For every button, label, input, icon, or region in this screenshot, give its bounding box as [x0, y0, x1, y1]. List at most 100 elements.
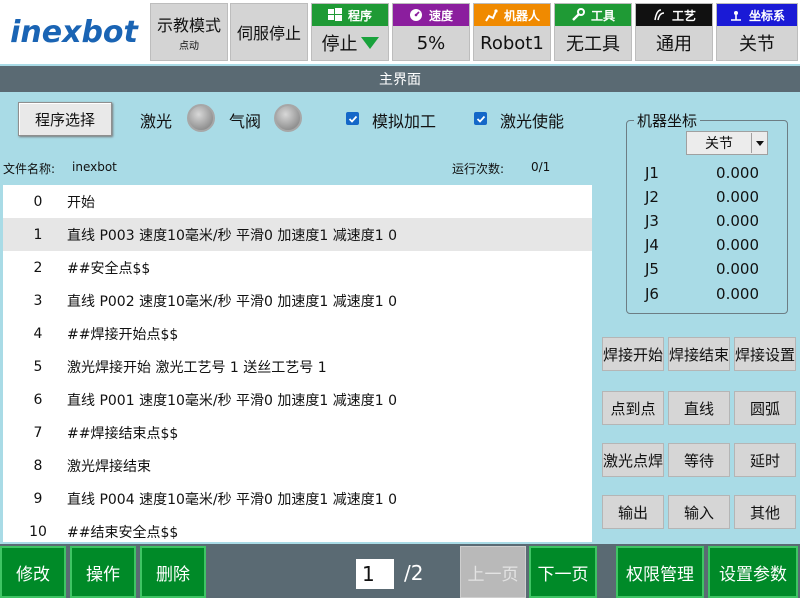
- teach-mode-sub: 点动: [179, 41, 199, 52]
- operate-button[interactable]: 操作: [70, 546, 136, 598]
- logo-text: inexbot: [10, 14, 138, 50]
- valve-indicator[interactable]: [274, 104, 302, 132]
- line-text: ##焊接开始点$$: [67, 326, 179, 343]
- weld-end-button[interactable]: 焊接结束: [668, 337, 730, 371]
- wait-button[interactable]: 等待: [668, 443, 730, 477]
- top-header: inexbot 示教模式 点动 伺服停止 程序 停止 速度 5% 机器人 Rob…: [0, 0, 800, 64]
- checkmark-icon: [476, 115, 485, 123]
- program-status-header: 程序: [312, 4, 388, 26]
- coordinate-mode-value: 关节: [705, 136, 733, 152]
- line-number: 6: [33, 391, 43, 408]
- program-line[interactable]: 6 直线 P001 速度10毫米/秒 平滑0 加速度1 减速度1 0: [3, 383, 592, 416]
- line-text: ##焊接结束点$$: [67, 425, 179, 442]
- coordinate-status[interactable]: 坐标系 关节: [716, 3, 798, 61]
- line-number: 3: [33, 292, 43, 309]
- delete-button[interactable]: 删除: [140, 546, 206, 598]
- point-to-point-button[interactable]: 点到点: [602, 391, 664, 425]
- machine-coordinates-title: 机器坐标: [634, 110, 701, 131]
- process-status-header: 工艺: [636, 4, 712, 26]
- line-number: 9: [33, 490, 43, 507]
- program-line[interactable]: 0 开始: [3, 185, 592, 218]
- laser-enable-label: 激光使能: [500, 112, 565, 131]
- laser-enable-checkbox[interactable]: [474, 112, 487, 125]
- line-text: 开始: [67, 194, 95, 211]
- joint-name: J3: [645, 212, 659, 230]
- program-line[interactable]: 5 激光焊接开始 激光工艺号 1 送丝工艺号 1: [3, 350, 592, 383]
- line-text: 激光焊接开始 激光工艺号 1 送丝工艺号 1: [67, 359, 327, 376]
- line-text: ##结束安全点$$: [67, 524, 179, 541]
- speed-gauge-icon: [409, 8, 423, 22]
- servo-stop-label: 伺服停止: [236, 24, 301, 43]
- joint-name: J2: [645, 188, 659, 206]
- output-button[interactable]: 输出: [602, 495, 664, 529]
- page-number-input[interactable]: 1: [356, 559, 394, 589]
- program-line[interactable]: 10 ##结束安全点$$: [3, 515, 592, 542]
- file-name-value: inexbot: [72, 160, 117, 174]
- settings-button[interactable]: 设置参数: [708, 546, 798, 598]
- other-button[interactable]: 其他: [734, 495, 796, 529]
- tool-status-label: 工具: [590, 8, 615, 23]
- program-status-label: 程序: [347, 8, 372, 23]
- program-list[interactable]: 0 开始 1 直线 P003 速度10毫米/秒 平滑0 加速度1 减速度1 0 …: [3, 185, 592, 542]
- coordinate-mode-select[interactable]: 关节: [686, 131, 768, 155]
- input-button[interactable]: 输入: [668, 495, 730, 529]
- program-line[interactable]: 4 ##焊接开始点$$: [3, 317, 592, 350]
- program-select-button[interactable]: 程序选择: [18, 102, 112, 136]
- title-bar: 主界面: [0, 66, 800, 92]
- joint-name: J6: [645, 285, 659, 303]
- line-text: 直线 P001 速度10毫米/秒 平滑0 加速度1 减速度1 0: [67, 392, 398, 409]
- weld-settings-button[interactable]: 焊接设置: [734, 337, 796, 371]
- joint-row: J2 0.000: [645, 188, 765, 208]
- previous-page-button[interactable]: 上一页: [460, 546, 526, 598]
- simulate-checkbox[interactable]: [346, 112, 359, 125]
- run-count-label: 运行次数:: [452, 162, 505, 176]
- tool-status[interactable]: 工具 无工具: [554, 3, 632, 61]
- tool-status-header: 工具: [555, 4, 631, 26]
- joint-name: J1: [645, 164, 659, 182]
- laser-spot-weld-button[interactable]: 激光点焊: [602, 443, 664, 477]
- line-button[interactable]: 直线: [668, 391, 730, 425]
- robot-status-header: 机器人: [474, 4, 550, 26]
- teach-mode-button[interactable]: 示教模式 点动: [150, 3, 228, 61]
- joint-value: 0.000: [716, 188, 759, 206]
- program-line-selected[interactable]: 1 直线 P003 速度10毫米/秒 平滑0 加速度1 减速度1 0: [3, 218, 592, 251]
- weld-start-button[interactable]: 焊接开始: [602, 337, 664, 371]
- program-line[interactable]: 9 直线 P004 速度10毫米/秒 平滑0 加速度1 减速度1 0: [3, 482, 592, 515]
- joint-value: 0.000: [716, 164, 759, 182]
- speed-status-header: 速度: [393, 4, 469, 26]
- wrench-icon: [571, 8, 585, 22]
- joint-value: 0.000: [716, 285, 759, 303]
- permissions-button[interactable]: 权限管理: [616, 546, 704, 598]
- line-number: 10: [29, 523, 47, 540]
- next-page-button[interactable]: 下一页: [529, 546, 597, 598]
- delay-button[interactable]: 延时: [734, 443, 796, 477]
- coordinate-status-label: 坐标系: [748, 8, 785, 23]
- arc-button[interactable]: 圆弧: [734, 391, 796, 425]
- program-status-value-row: 停止: [312, 26, 388, 60]
- program-status[interactable]: 程序 停止: [311, 3, 389, 61]
- servo-stop-button[interactable]: 伺服停止: [230, 3, 308, 61]
- triangle-down-icon: [360, 37, 379, 49]
- robot-status[interactable]: 机器人 Robot1: [473, 3, 551, 61]
- program-line[interactable]: 7 ##焊接结束点$$: [3, 416, 592, 449]
- program-status-value: 停止: [321, 34, 358, 55]
- joint-value: 0.000: [716, 236, 759, 254]
- program-line[interactable]: 3 直线 P002 速度10毫米/秒 平滑0 加速度1 减速度1 0: [3, 284, 592, 317]
- line-number: 1: [33, 226, 43, 243]
- process-status[interactable]: 工艺 通用: [635, 3, 713, 61]
- modify-button[interactable]: 修改: [0, 546, 66, 598]
- speed-status-label: 速度: [428, 8, 453, 23]
- joint-row: J6 0.000: [645, 285, 765, 305]
- robot-status-value: Robot1: [480, 32, 544, 54]
- joint-value: 0.000: [716, 212, 759, 230]
- laser-indicator[interactable]: [187, 104, 215, 132]
- robot-status-label: 机器人: [503, 8, 540, 23]
- tool-status-value: 无工具: [566, 34, 620, 55]
- joint-row: J4 0.000: [645, 236, 765, 256]
- program-line[interactable]: 8 激光焊接结束: [3, 449, 592, 482]
- line-text: 直线 P003 速度10毫米/秒 平滑0 加速度1 减速度1 0: [67, 227, 398, 244]
- process-status-value: 通用: [656, 34, 692, 55]
- file-name-label: 文件名称:: [3, 162, 56, 176]
- program-line[interactable]: 2 ##安全点$$: [3, 251, 592, 284]
- speed-status[interactable]: 速度 5%: [392, 3, 470, 61]
